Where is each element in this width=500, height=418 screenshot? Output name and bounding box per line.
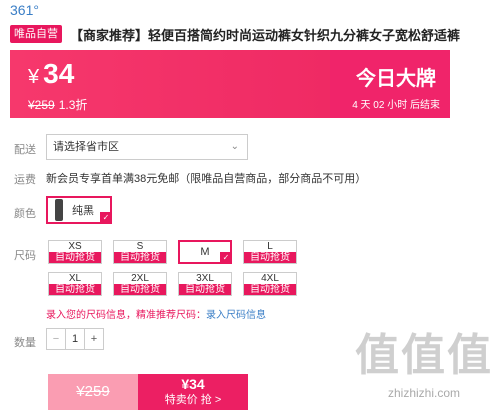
- buy-price: ¥34: [181, 376, 205, 392]
- auto-grab-tag: 自动抢货: [49, 284, 101, 295]
- countdown: 4 天 02 小时 后结束: [352, 100, 440, 111]
- size-info-link[interactable]: 录入尺码信息: [206, 310, 266, 321]
- brand-name[interactable]: 361°: [10, 2, 39, 18]
- purchase-bar: ¥259 ¥34 特卖价 抢 >: [48, 374, 248, 410]
- size-option-4xl[interactable]: 4XL 自动抢货: [243, 272, 297, 296]
- deal-panel: 今日大牌 4 天 02 小时 后结束: [330, 50, 450, 118]
- pants-thumbnail-icon: [52, 199, 66, 221]
- buy-now-button[interactable]: ¥34 特卖价 抢 >: [138, 374, 248, 410]
- auto-grab-tag: 自动抢货: [179, 284, 231, 295]
- current-price: ¥34: [28, 58, 74, 90]
- size-option-3xl[interactable]: 3XL 自动抢货: [178, 272, 232, 296]
- site-watermark: 值值值 zhizhizhi.com: [354, 330, 494, 418]
- currency-symbol: ¥: [28, 66, 40, 88]
- watermark-glyphs: 值值值: [355, 331, 493, 380]
- quantity-value[interactable]: 1: [66, 329, 84, 349]
- auto-grab-tag: 自动抢货: [244, 284, 296, 295]
- size-label: 尺码: [14, 250, 36, 262]
- discount-rate: 1.3折: [58, 98, 88, 112]
- original-price-button[interactable]: ¥259: [48, 374, 138, 410]
- quantity-stepper: − 1 +: [46, 328, 104, 350]
- color-option-black[interactable]: 纯黑 ✓: [46, 196, 112, 224]
- quantity-label: 数量: [14, 337, 36, 349]
- original-price-row: ¥259 1.3折: [28, 96, 87, 113]
- current-price-value: 34: [43, 58, 75, 89]
- size-option-xl[interactable]: XL 自动抢货: [48, 272, 102, 296]
- size-info-row: 录入您的尺码信息，精准推荐尺码：录入尺码信息: [46, 306, 266, 321]
- check-icon: ✓: [100, 212, 112, 224]
- region-select[interactable]: 请选择省市区 ⌄: [46, 134, 248, 160]
- check-icon: ✓: [220, 252, 232, 264]
- watermark-site: zhizhizhi.com: [387, 386, 461, 400]
- color-label: 颜色: [14, 208, 36, 220]
- decrement-button[interactable]: −: [47, 329, 66, 349]
- delivery-label: 配送: [14, 144, 36, 156]
- region-select-value: 请选择省市区: [53, 141, 119, 153]
- color-option-label: 纯黑: [72, 205, 94, 217]
- auto-grab-tag: 自动抢货: [244, 252, 296, 263]
- self-operated-badge: 唯品自营: [10, 25, 62, 43]
- chevron-down-icon: ⌄: [230, 141, 239, 152]
- size-option-m[interactable]: M ✓: [178, 240, 232, 264]
- size-option-s[interactable]: S 自动抢货: [113, 240, 167, 264]
- original-price: ¥259: [28, 98, 55, 112]
- deal-title: 今日大牌: [356, 68, 436, 90]
- size-info-text: 录入您的尺码信息，精准推荐尺码：: [46, 310, 206, 321]
- shipping-label: 运费: [14, 174, 36, 186]
- increment-button[interactable]: +: [84, 329, 103, 349]
- title-row: 唯品自营 【商家推荐】轻便百搭简约时尚运动裤女针织九分裤女子宽松舒适裤: [10, 24, 498, 44]
- auto-grab-tag: 自动抢货: [49, 252, 101, 263]
- buy-action-label: 特卖价 抢 >: [164, 394, 222, 406]
- shipping-info: 新会员专享首单满38元免邮（限唯品自营商品，部分商品不可用）: [46, 173, 367, 185]
- auto-grab-tag: 自动抢货: [114, 284, 166, 295]
- auto-grab-tag: 自动抢货: [114, 252, 166, 263]
- size-option-l[interactable]: L 自动抢货: [243, 240, 297, 264]
- product-title: 【商家推荐】轻便百搭简约时尚运动裤女针织九分裤女子宽松舒适裤: [70, 27, 461, 43]
- price-banner: ¥34 ¥259 1.3折 今日大牌 4 天 02 小时 后结束: [10, 50, 450, 118]
- size-option-2xl[interactable]: 2XL 自动抢货: [113, 272, 167, 296]
- price-panel: ¥34 ¥259 1.3折: [10, 50, 330, 118]
- size-option-xs[interactable]: XS 自动抢货: [48, 240, 102, 264]
